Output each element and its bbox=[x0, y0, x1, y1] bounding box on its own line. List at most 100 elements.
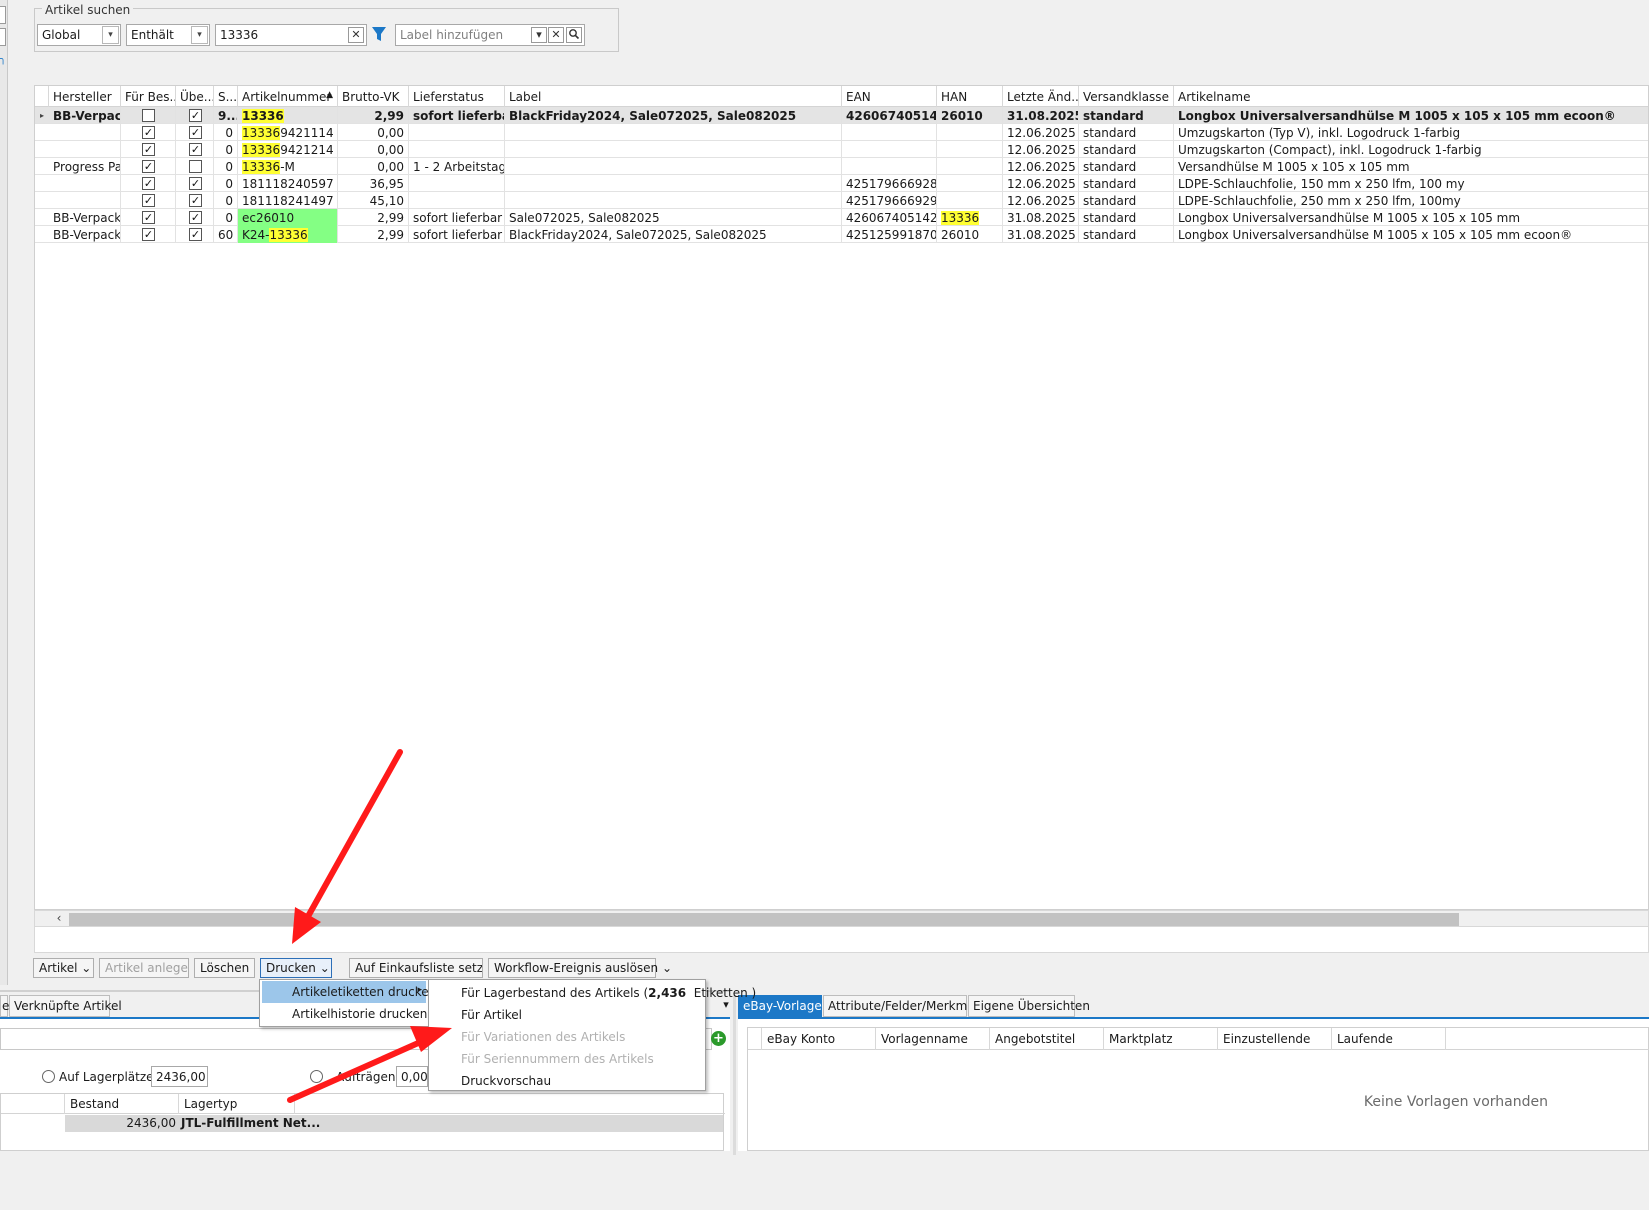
cell-versand[interactable]: standard bbox=[1079, 209, 1174, 226]
workflow-ereignis-button[interactable]: Workflow-Ereignis auslösen ⌄ bbox=[488, 958, 672, 978]
left-panel-stub[interactable] bbox=[0, 28, 6, 46]
cell-name[interactable]: Umzugskarton (Compact), inkl. Logodruck … bbox=[1174, 141, 1649, 158]
cell-datum[interactable]: 12.06.2025 bbox=[1003, 158, 1079, 175]
checkbox[interactable]: ✓ bbox=[142, 143, 155, 156]
chevron-down-icon[interactable]: ▾ bbox=[531, 27, 547, 43]
cell-hersteller[interactable] bbox=[49, 141, 121, 158]
tab-attribute-felder-merkmale[interactable]: Attribute/Felder/Merkmale bbox=[823, 995, 985, 1017]
cell-hersteller[interactable]: BB-Verpack... bbox=[49, 209, 121, 226]
cell-fuer_bes[interactable]: ✓ bbox=[121, 226, 176, 243]
cell-ueb[interactable]: ✓ bbox=[176, 226, 214, 243]
column-header-einzustellende[interactable]: Einzustellende bbox=[1218, 1028, 1332, 1050]
lagerplaetze-value-field[interactable]: 2436,00 bbox=[151, 1066, 208, 1087]
cell-ean[interactable]: 4251796669292 bbox=[842, 192, 937, 209]
menu-item-fuer-variationen[interactable]: Für Variationen des Artikels bbox=[431, 1026, 703, 1048]
table-row[interactable]: ✓ ✓ 0 181118241497 45,10 4251796669292 12.06.2… bbox=[35, 192, 1648, 209]
cell-name[interactable]: LDPE-Schlauchfolie, 250 mm x 250 lfm, 10… bbox=[1174, 192, 1649, 209]
cell-ueb[interactable] bbox=[176, 158, 214, 175]
cell-fuer_bes[interactable]: ✓ bbox=[121, 158, 176, 175]
tab-eigene-uebersichten[interactable]: Eigene Übersichten bbox=[968, 995, 1090, 1017]
cell-han[interactable]: 26010 bbox=[937, 107, 1003, 124]
cell-s[interactable]: 0 bbox=[214, 175, 238, 192]
table-row[interactable]: ✓ ✓ 0 133369421114 0,00 12.06.2025 standard Umz… bbox=[35, 124, 1648, 141]
cell-versand[interactable]: standard bbox=[1079, 124, 1174, 141]
cell-han[interactable] bbox=[937, 158, 1003, 175]
cell-artnr[interactable]: 133369421114 bbox=[238, 124, 338, 141]
chevron-down-icon[interactable]: ▾ bbox=[102, 26, 119, 44]
cell-name[interactable]: Longbox Universalversandhülse M 1005 x 1… bbox=[1174, 209, 1649, 226]
cell-s[interactable]: 0 bbox=[214, 158, 238, 175]
cell-label[interactable]: BlackFriday2024, Sale072025, Sale082025 bbox=[505, 107, 842, 124]
cell-artnr[interactable]: 13336 bbox=[238, 107, 338, 124]
menu-item-fuer-seriennummern[interactable]: Für Seriennummern des Artikels bbox=[431, 1048, 703, 1070]
checkbox[interactable]: ✓ bbox=[142, 228, 155, 241]
cell-liefer[interactable]: sofort lieferbar bbox=[409, 107, 505, 124]
tab-partial[interactable]: e bbox=[0, 995, 9, 1017]
cell-fuer_bes[interactable]: ✓ bbox=[121, 209, 176, 226]
cell-label[interactable] bbox=[505, 175, 842, 192]
checkbox[interactable]: ✓ bbox=[142, 194, 155, 207]
search-mode-combo[interactable]: Enthält ▾ bbox=[126, 24, 210, 46]
cell-liefer[interactable]: sofort lieferbar bbox=[409, 226, 505, 243]
cell-name[interactable]: Longbox Universalversandhülse M 1005 x 1… bbox=[1174, 107, 1649, 124]
cell-s[interactable]: 0 bbox=[214, 141, 238, 158]
cell-liefer[interactable] bbox=[409, 175, 505, 192]
cell-vk[interactable]: 2,99 bbox=[338, 107, 409, 124]
column-header-label[interactable]: Label bbox=[505, 86, 842, 107]
menu-item-druckvorschau[interactable]: Druckvorschau bbox=[431, 1070, 703, 1092]
column-header-lagertyp[interactable]: Lagertyp bbox=[179, 1094, 295, 1114]
clear-label-icon[interactable]: ✕ bbox=[548, 27, 564, 43]
cell-versand[interactable]: standard bbox=[1079, 158, 1174, 175]
column-header-vorlagenname[interactable]: Vorlagenname bbox=[876, 1028, 990, 1050]
cell-s[interactable]: 0 bbox=[214, 192, 238, 209]
cell-ean[interactable] bbox=[842, 124, 937, 141]
einkaufsliste-button[interactable]: Auf Einkaufsliste setzen... bbox=[349, 958, 483, 978]
table-row[interactable]: BB-Verpack...✓✓60K24-133362,99sofort lie… bbox=[35, 226, 1648, 243]
table-row[interactable]: Progress Pa...✓013336-M0,001 - 2 Arbeits… bbox=[35, 158, 1648, 175]
cell-hersteller[interactable] bbox=[49, 175, 121, 192]
column-header-han[interactable]: HAN bbox=[937, 86, 1003, 107]
cell-artnr[interactable]: 13336-M bbox=[238, 158, 338, 175]
cell-datum[interactable]: 31.08.2025 bbox=[1003, 209, 1079, 226]
table-row[interactable]: BB-Verpack... ✓ ✓ 0 ec26010 2,99sofort liefer… bbox=[35, 209, 1648, 226]
checkbox[interactable]: ✓ bbox=[189, 109, 202, 122]
cell-datum[interactable]: 31.08.2025 bbox=[1003, 107, 1079, 124]
cell-ueb[interactable]: ✓ bbox=[176, 192, 214, 209]
menu-item-fuer-artikel[interactable]: Für Artikel bbox=[431, 1004, 703, 1026]
cell-fuer_bes[interactable] bbox=[121, 107, 176, 124]
cell-hersteller[interactable]: BB-Verpack... bbox=[49, 226, 121, 243]
column-header-brutto-vk[interactable]: Brutto-VK bbox=[338, 86, 409, 107]
cell-name[interactable]: Versandhülse M 1005 x 105 x 105 mm bbox=[1174, 158, 1649, 175]
column-header-fuer-bestellung[interactable]: Für Bes... bbox=[121, 86, 176, 107]
column-header-ebay-konto[interactable]: eBay Konto bbox=[762, 1028, 876, 1050]
cell-label[interactable] bbox=[505, 141, 842, 158]
cell-fuer_bes[interactable]: ✓ bbox=[121, 124, 176, 141]
cell-versand[interactable]: standard bbox=[1079, 226, 1174, 243]
checkbox[interactable]: ✓ bbox=[189, 143, 202, 156]
cell-artnr[interactable]: ec26010 bbox=[238, 209, 338, 226]
cell-liefer[interactable] bbox=[409, 124, 505, 141]
cell-ean[interactable]: 4260674051425 bbox=[842, 107, 937, 124]
cell-ueb[interactable]: ✓ bbox=[176, 141, 214, 158]
cell-hersteller[interactable]: Progress Pa... bbox=[49, 158, 121, 175]
cell-artnr[interactable]: K24-13336 bbox=[238, 226, 338, 243]
collapse-icon[interactable]: ▾ bbox=[719, 998, 733, 1012]
cell-label[interactable]: Sale072025, Sale082025 bbox=[505, 209, 842, 226]
column-header-marktplatz[interactable]: Marktplatz bbox=[1104, 1028, 1218, 1050]
cell-vk[interactable]: 36,95 bbox=[338, 175, 409, 192]
cell-ueb[interactable]: ✓ bbox=[176, 209, 214, 226]
cell-artnr[interactable]: 133369421214 bbox=[238, 141, 338, 158]
radio-auf-lagerplaetzen[interactable] bbox=[42, 1070, 55, 1083]
add-icon[interactable]: + bbox=[711, 1031, 726, 1046]
cell-liefer[interactable]: sofort lieferbar bbox=[409, 209, 505, 226]
cell-ueb[interactable]: ✓ bbox=[176, 175, 214, 192]
checkbox[interactable] bbox=[142, 109, 155, 122]
cell-vk[interactable]: 0,00 bbox=[338, 124, 409, 141]
cell-label[interactable] bbox=[505, 158, 842, 175]
cell-ueb[interactable]: ✓ bbox=[176, 124, 214, 141]
cell-liefer[interactable] bbox=[409, 192, 505, 209]
checkbox[interactable]: ✓ bbox=[142, 126, 155, 139]
tab-verknuepfte-artikel[interactable]: Verknüpfte Artikel bbox=[9, 995, 122, 1017]
cell-label[interactable]: BlackFriday2024, Sale072025, Sale082025 bbox=[505, 226, 842, 243]
cell-s[interactable]: 60 bbox=[214, 226, 238, 243]
